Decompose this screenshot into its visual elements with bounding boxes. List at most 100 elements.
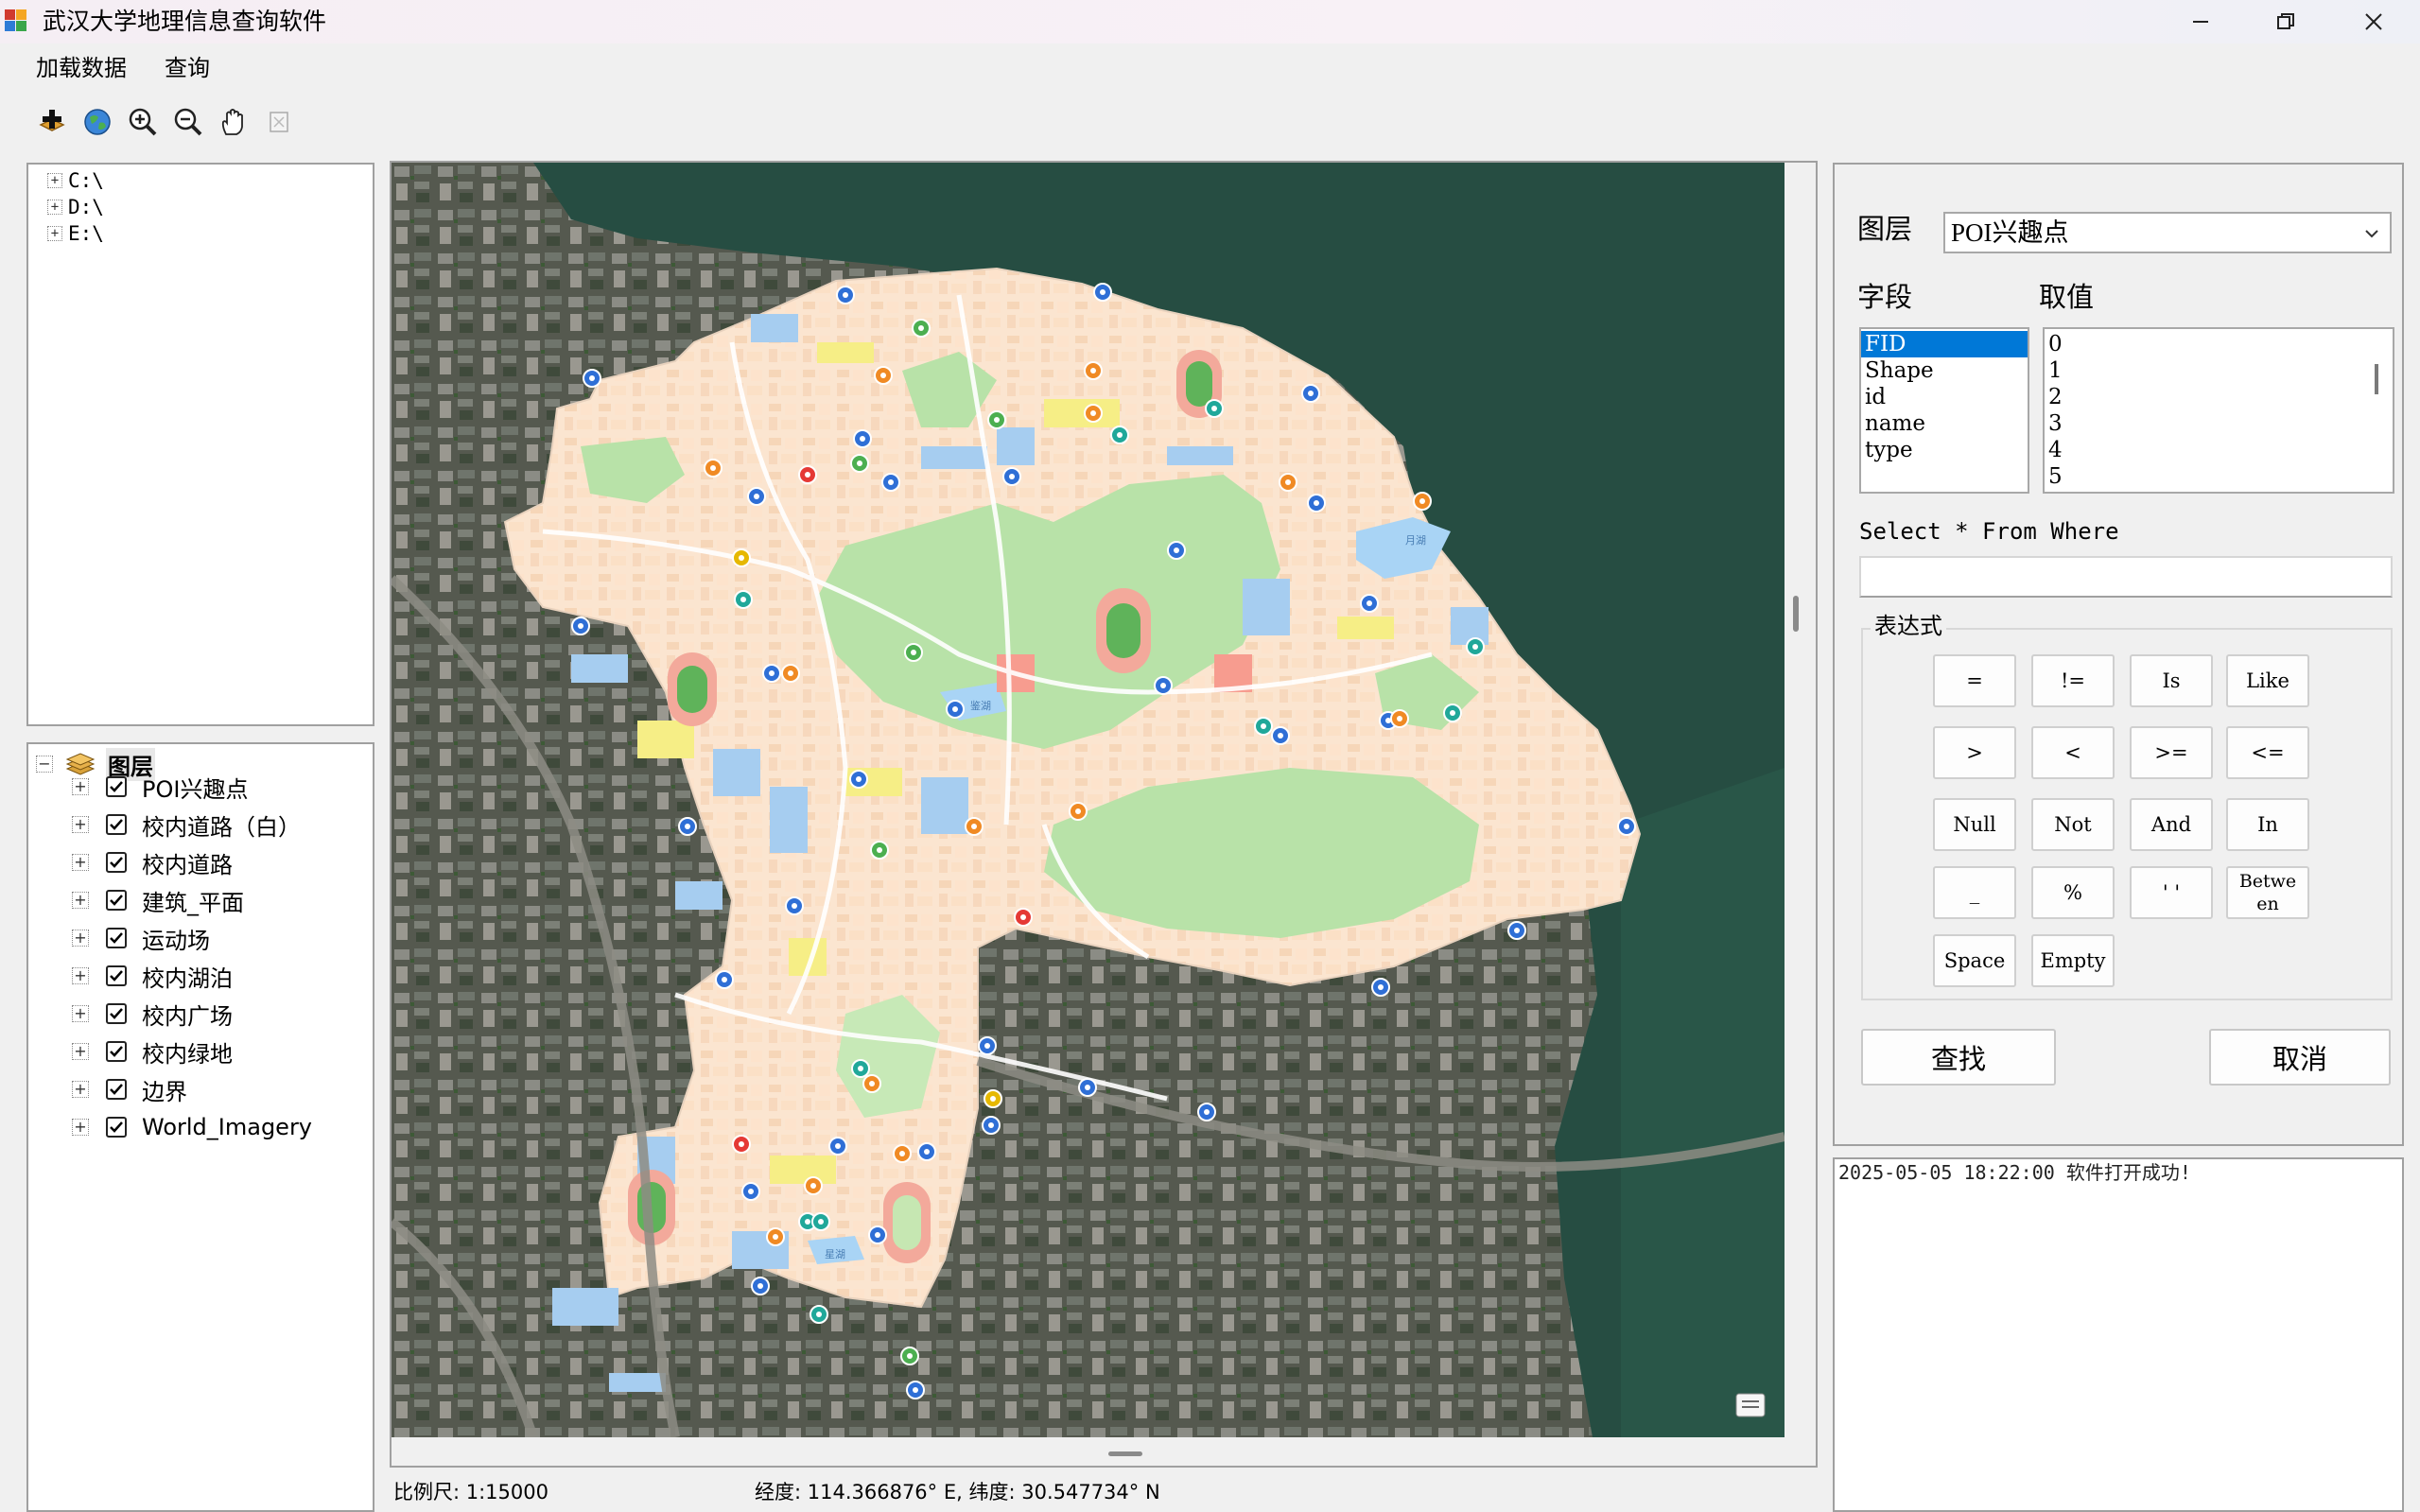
minimize-icon bbox=[2193, 21, 2208, 23]
toc-layer-row[interactable]: + 校内道路（白） bbox=[72, 808, 301, 841]
operator-button[interactable]: <= bbox=[2226, 726, 2309, 779]
zoom-in-button[interactable] bbox=[125, 102, 161, 142]
expand-icon[interactable]: + bbox=[72, 967, 89, 984]
menu-query[interactable]: 查询 bbox=[161, 53, 214, 83]
value-list-item[interactable]: 2 bbox=[2045, 384, 2393, 410]
layer-visibility-checkbox[interactable] bbox=[106, 890, 127, 911]
expand-icon[interactable]: + bbox=[72, 930, 89, 947]
layer-visibility-checkbox[interactable] bbox=[106, 814, 127, 835]
pan-button[interactable] bbox=[216, 102, 252, 142]
operator-button[interactable]: = bbox=[1933, 654, 2016, 707]
value-list-item[interactable]: 1 bbox=[2045, 357, 2393, 384]
toc-layer-row[interactable]: + 校内湖泊 bbox=[72, 960, 233, 992]
operator-button[interactable]: _ bbox=[1933, 866, 2016, 919]
poi-marker-glyph bbox=[918, 325, 924, 331]
toc-layer-row[interactable]: + POI兴趣点 bbox=[72, 771, 248, 803]
operator-button[interactable]: Betwe en bbox=[2226, 866, 2309, 919]
expand-icon[interactable]: + bbox=[72, 892, 89, 909]
operator-button[interactable]: Empty bbox=[2031, 934, 2115, 987]
operator-button[interactable]: > bbox=[1933, 726, 2016, 779]
operator-button[interactable]: ' ' bbox=[2130, 866, 2213, 919]
tree-node-e[interactable]: + E:\ bbox=[47, 221, 104, 246]
map-vertical-scroll-thumb[interactable] bbox=[1793, 596, 1799, 632]
toc-layer-row[interactable]: + 建筑_平面 bbox=[72, 884, 244, 916]
tree-node-c[interactable]: + C:\ bbox=[47, 168, 104, 193]
value-list-item[interactable]: 4 bbox=[2045, 437, 2393, 463]
find-button[interactable]: 查找 bbox=[1861, 1029, 2056, 1086]
field-list-item[interactable]: id bbox=[1861, 384, 2028, 410]
sql-where-input[interactable] bbox=[1859, 556, 2393, 598]
expand-icon[interactable]: + bbox=[47, 200, 62, 215]
feedback-icon[interactable] bbox=[1735, 1393, 1766, 1417]
toc-layer-row[interactable]: + World_Imagery bbox=[72, 1111, 312, 1143]
operator-button[interactable]: Is bbox=[2130, 654, 2213, 707]
operator-button[interactable]: % bbox=[2031, 866, 2115, 919]
layer-name: POI兴趣点 bbox=[142, 775, 249, 803]
layer-visibility-checkbox[interactable] bbox=[106, 928, 127, 948]
operator-button[interactable]: != bbox=[2031, 654, 2115, 707]
map-canvas[interactable]: 月湖 鉴湖 星湖 bbox=[392, 163, 1785, 1437]
layer-visibility-checkbox[interactable] bbox=[106, 1079, 127, 1100]
poi-marker-glyph bbox=[1020, 914, 1026, 920]
close-button[interactable] bbox=[2331, 0, 2416, 43]
value-list-scroll-thumb[interactable] bbox=[2375, 364, 2378, 394]
expand-icon[interactable]: + bbox=[72, 816, 89, 833]
expand-icon[interactable]: + bbox=[72, 1081, 89, 1098]
layer-visibility-checkbox[interactable] bbox=[106, 1117, 127, 1138]
field-list-item[interactable]: type bbox=[1861, 437, 2028, 463]
toc-layer-row[interactable]: + 校内广场 bbox=[72, 998, 233, 1030]
poi-marker-glyph bbox=[1419, 498, 1425, 504]
field-listbox[interactable]: FID Shape id name type bbox=[1859, 327, 2029, 494]
layer-visibility-checkbox[interactable] bbox=[106, 776, 127, 797]
expand-icon[interactable]: + bbox=[47, 226, 62, 241]
operator-button[interactable]: Null bbox=[1933, 798, 2016, 851]
cancel-button[interactable]: 取消 bbox=[2209, 1029, 2391, 1086]
add-data-button[interactable] bbox=[34, 102, 70, 142]
restore-button[interactable] bbox=[2243, 0, 2328, 43]
layer-visibility-checkbox[interactable] bbox=[106, 852, 127, 873]
checkmark-icon bbox=[110, 1046, 123, 1057]
minimize-button[interactable] bbox=[2158, 0, 2243, 43]
operator-button[interactable]: In bbox=[2226, 798, 2309, 851]
operator-button[interactable]: >= bbox=[2130, 726, 2213, 779]
toc-layer-row[interactable]: + 校内道路 bbox=[72, 846, 233, 878]
operator-button[interactable]: Space bbox=[1933, 934, 2016, 987]
value-list-item[interactable]: 5 bbox=[2045, 463, 2393, 490]
field-list-item[interactable]: Shape bbox=[1861, 357, 2028, 384]
poi-marker-glyph bbox=[971, 824, 977, 829]
toc-layer-row[interactable]: + 边界 bbox=[72, 1073, 187, 1105]
value-list-item[interactable]: 3 bbox=[2045, 410, 2393, 437]
value-list-item[interactable]: 0 bbox=[2045, 331, 2393, 357]
toc-layer-row[interactable]: + 运动场 bbox=[72, 922, 210, 954]
layer-visibility-checkbox[interactable] bbox=[106, 965, 127, 986]
expand-icon[interactable]: + bbox=[47, 173, 62, 188]
poi-marker-glyph bbox=[685, 824, 690, 829]
operator-button[interactable]: Not bbox=[2031, 798, 2115, 851]
operator-button[interactable]: < bbox=[2031, 726, 2115, 779]
operator-button[interactable]: And bbox=[2130, 798, 2213, 851]
layer-visibility-checkbox[interactable] bbox=[106, 1041, 127, 1062]
field-list-item[interactable]: FID bbox=[1861, 331, 2028, 357]
full-extent-button[interactable] bbox=[79, 102, 115, 142]
toc-layer-row[interactable]: + 校内绿地 bbox=[72, 1035, 233, 1068]
map-view[interactable]: 月湖 鉴湖 星湖 bbox=[392, 163, 1785, 1437]
map-horizontal-scroll-thumb[interactable] bbox=[1108, 1451, 1142, 1456]
layer-visibility-checkbox[interactable] bbox=[106, 1003, 127, 1024]
expand-icon[interactable]: + bbox=[72, 1119, 89, 1136]
expand-icon[interactable]: + bbox=[72, 1005, 89, 1022]
expand-icon[interactable]: + bbox=[72, 1043, 89, 1060]
menu-load-data[interactable]: 加载数据 bbox=[32, 53, 131, 83]
layer-dropdown[interactable]: POI兴趣点 bbox=[1943, 212, 2392, 253]
field-list-item[interactable]: name bbox=[1861, 410, 2028, 437]
operator-button[interactable]: Like bbox=[2226, 654, 2309, 707]
layer-name: 校内湖泊 bbox=[142, 965, 233, 992]
identify-button[interactable] bbox=[261, 102, 297, 142]
zoom-out-button[interactable] bbox=[170, 102, 206, 142]
tree-node-d[interactable]: + D:\ bbox=[47, 195, 104, 219]
expand-icon[interactable]: + bbox=[72, 854, 89, 871]
poi-marker-glyph bbox=[913, 1387, 918, 1393]
value-listbox[interactable]: 012345 bbox=[2043, 327, 2394, 494]
expand-icon[interactable]: + bbox=[72, 778, 89, 795]
poi-marker-glyph bbox=[1211, 406, 1217, 411]
collapse-icon[interactable]: − bbox=[36, 756, 53, 773]
